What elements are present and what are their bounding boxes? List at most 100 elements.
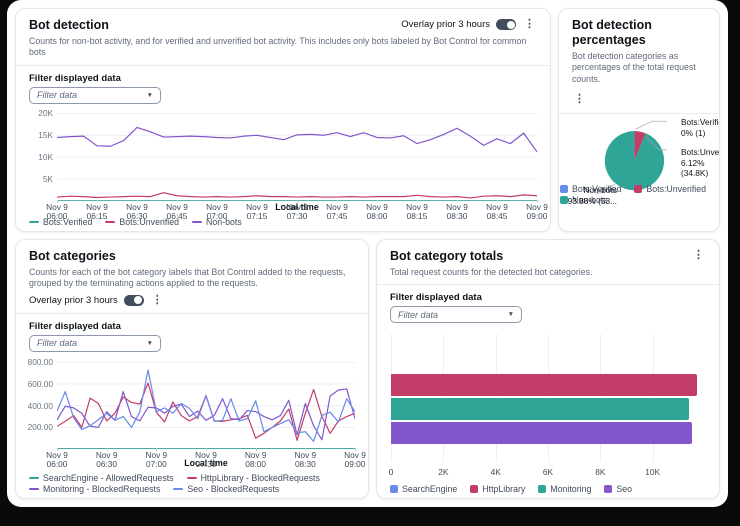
x-tick-label: 4K <box>490 467 501 477</box>
legend-item[interactable]: HttpLibrary - BlockedRequests <box>186 473 320 483</box>
pie-callout-label: Non-bots 93.88% (53... <box>567 185 617 206</box>
legend-item[interactable]: SearchEngine - AllowedRequests <box>29 473 174 483</box>
bottom-row: Bot categories Counts for each of the bo… <box>15 239 720 499</box>
legend-item[interactable]: Monitoring <box>538 484 591 494</box>
y-tick-label: 5K <box>42 173 53 184</box>
y-tick-label: 15K <box>38 130 53 141</box>
panel-subtitle: Total request counts for the detected bo… <box>390 267 593 277</box>
filter-dropdown[interactable]: Filter data ▼ <box>29 334 161 352</box>
bot-dashboard-window: Bot detection Overlay prior 3 hours ⋮ Co… <box>7 0 728 507</box>
panel-title: Bot detection percentages <box>572 18 652 47</box>
legend-swatch <box>29 220 39 224</box>
x-tick-label: Nov 9 07:30 <box>195 447 217 470</box>
overlay-prior-hours-toggle[interactable] <box>123 294 144 306</box>
panel-bot-categories: Bot categories Counts for each of the bo… <box>15 239 369 499</box>
filter-dropdown[interactable]: Filter data ▼ <box>29 86 161 104</box>
screen-background: Bot detection Overlay prior 3 hours ⋮ Co… <box>0 0 740 526</box>
y-tick-label: 20K <box>38 108 53 119</box>
x-tick-label: Nov 9 07:45 <box>326 199 348 222</box>
y-tick-label: 600.00 <box>27 378 53 389</box>
x-tick-label: Nov 9 06:30 <box>95 447 118 470</box>
filter-label: Filter displayed data <box>29 320 121 332</box>
filter-placeholder: Filter data <box>37 90 78 101</box>
kebab-menu-icon[interactable]: ⋮ <box>572 92 587 106</box>
legend-item[interactable]: Seo - BlockedRequests <box>173 484 279 494</box>
x-tick-label: 0 <box>388 467 394 477</box>
bot-detection-pie-chart[interactable]: Bots:Verified Bots:Unverified Non-bots Bot… <box>559 114 719 231</box>
legend-swatch <box>604 485 613 493</box>
legend-label: HttpLibrary - BlockedRequests <box>200 473 320 483</box>
panel-bot-categories-header: Bot categories Counts for each of the bo… <box>16 240 368 313</box>
panel-subtitle: Counts for each of the bot category labe… <box>29 267 346 289</box>
bot-categories-line-chart[interactable]: 800.00 600.00 400.00 200.00 Nov 9 06:00 Nov 90… <box>27 357 366 469</box>
bar-seo[interactable] <box>391 422 692 444</box>
x-axis: Nov 9 06:00 Nov 9 06:30 Nov 9 07:00 Nov 9 07:30… <box>46 447 366 470</box>
legend-label: SearchEngine - AllowedRequests <box>43 473 174 483</box>
bot-detection-line-chart[interactable]: 20K 15K 10K 5K Nov 9 06:00 Nov 9 06:15 Nov 9 06:3… <box>29 108 548 221</box>
legend-swatch <box>538 485 547 493</box>
filter-label: Filter displayed data <box>29 72 121 84</box>
panel-title: Bot detection <box>29 18 109 32</box>
legend-label: Monitoring - BlockedRequests <box>43 484 161 494</box>
legend-item[interactable]: Seo <box>604 484 632 494</box>
series-line-bots-unverified[interactable] <box>57 193 537 198</box>
filter-label: Filter displayed data <box>390 292 482 304</box>
x-tick-label: Nov 9 08:45 <box>486 199 508 222</box>
top-row: Bot detection Overlay prior 3 hours ⋮ Co… <box>15 8 720 232</box>
filter-dropdown[interactable]: Filter data ▼ <box>390 306 522 323</box>
x-tick-label: Nov 9 06:45 <box>166 199 188 222</box>
legend-label: Seo <box>616 484 633 494</box>
pie-callout-label: Bots:Unverif...6.12% (34.8K) <box>681 147 720 178</box>
legend-item[interactable]: Bots:Unverified <box>634 184 706 194</box>
chart-legend: SearchEngine HttpLibrary Monitoring Seo <box>390 480 706 494</box>
kebab-menu-icon[interactable]: ⋮ <box>691 249 706 262</box>
y-tick-label: 400.00 <box>27 400 53 411</box>
chart-plot-area[interactable] <box>57 357 355 449</box>
panel-bot-categories-body: Filter displayed data Filter data ▼ 800.… <box>16 314 368 498</box>
panel-title: Bot categories <box>29 249 116 263</box>
bar-monitoring[interactable] <box>391 398 690 420</box>
toggle-knob <box>506 20 515 29</box>
chart-plot-area[interactable] <box>57 109 537 201</box>
chevron-down-icon: ▼ <box>146 91 153 99</box>
panel-bot-detection-header: Bot detection Overlay prior 3 hours ⋮ Co… <box>16 9 550 65</box>
y-axis: 20K 15K 10K 5K <box>29 108 57 201</box>
filter-placeholder: Filter data <box>37 338 78 349</box>
overlay-prior-hours-toggle[interactable] <box>496 19 516 30</box>
legend-item[interactable]: HttpLibrary <box>470 484 525 494</box>
legend-label: HttpLibrary <box>482 484 526 494</box>
series-line-non-bots[interactable] <box>57 127 537 152</box>
overlay-toggle-label: Overlay prior 3 hours <box>401 19 490 30</box>
x-tick-label: 10K <box>645 467 661 477</box>
x-tick-label: Nov 9 06:00 <box>46 199 68 222</box>
legend-label: SearchEngine <box>402 484 458 494</box>
x-tick-label: Nov 9 08:30 <box>446 199 468 222</box>
filter-placeholder: Filter data <box>398 309 439 320</box>
panel-title: Bot category totals <box>390 249 504 263</box>
y-axis: 800.00 600.00 400.00 200.00 <box>27 357 57 449</box>
series-line-httplibrary-blockedrequests[interactable] <box>57 383 355 440</box>
legend-label: Bots:Unverified <box>646 184 707 194</box>
legend-swatch <box>29 476 39 480</box>
legend-swatch <box>192 220 203 224</box>
chevron-down-icon: ▼ <box>507 311 514 319</box>
x-tick-label: Nov 9 08:15 <box>406 199 428 222</box>
bot-category-totals-bar-chart[interactable] <box>391 334 705 462</box>
pie-callout-label: Bots:Verified0% (1) <box>681 117 719 138</box>
kebab-menu-icon[interactable]: ⋮ <box>522 18 537 31</box>
legend-item[interactable]: SearchEngine <box>390 484 457 494</box>
legend-item[interactable]: Monitoring - BlockedRequests <box>29 484 160 494</box>
x-tick-label: Nov 9 08:00 <box>244 447 267 470</box>
x-axis: 0 2K 4K 6K 8K 10K <box>388 464 705 480</box>
x-tick-label: Nov 9 07:00 <box>145 447 168 470</box>
panel-bot-detection: Bot detection Overlay prior 3 hours ⋮ Co… <box>15 8 551 232</box>
toggle-knob <box>134 296 143 305</box>
panel-percentages-header: Bot detection percentages Bot detection … <box>559 9 719 113</box>
panel-subtitle: Counts for non-bot activity, and for ver… <box>29 36 527 58</box>
x-tick-label: 6K <box>542 467 554 477</box>
legend-label: Monitoring <box>550 484 592 494</box>
kebab-menu-icon[interactable]: ⋮ <box>150 294 165 307</box>
panel-bot-detection-body: Filter displayed data Filter data ▼ 20K 1… <box>16 66 550 231</box>
x-tick-label: Nov 9 08:00 <box>366 199 388 222</box>
bar-httplibrary[interactable] <box>391 374 698 396</box>
